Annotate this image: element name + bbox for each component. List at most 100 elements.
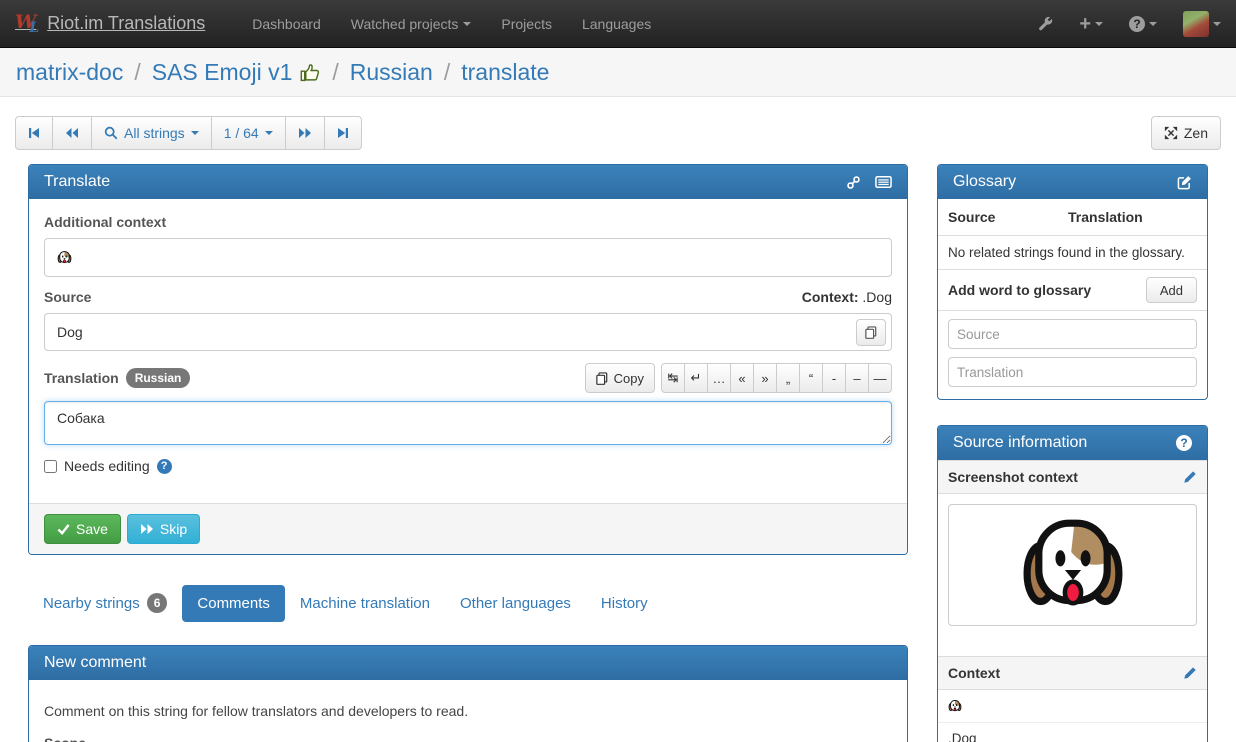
insert-char-button[interactable]: — — [868, 363, 892, 393]
dog-emoji — [948, 698, 962, 714]
new-comment-header: New comment — [29, 646, 907, 680]
clone-icon — [865, 326, 877, 339]
panel-title: Translate — [44, 173, 110, 191]
translation-label: Translation — [44, 370, 119, 386]
nav-dashboard[interactable]: Dashboard — [237, 16, 336, 32]
breadcrumb-project[interactable]: matrix-doc — [16, 59, 123, 86]
zen-mode-button[interactable]: Zen — [1151, 116, 1221, 150]
tab-comments[interactable]: Comments — [182, 585, 285, 622]
glossary-header: Glossary — [938, 165, 1207, 199]
add-word-button[interactable]: Add — [1146, 277, 1197, 303]
nav-projects[interactable]: Projects — [486, 16, 567, 32]
step-backward-icon — [28, 127, 40, 139]
source-string-box: Dog — [44, 313, 892, 351]
translate-panel-header: Translate — [29, 165, 907, 199]
breadcrumb-page[interactable]: translate — [461, 59, 549, 86]
pencil-icon[interactable] — [1183, 666, 1197, 680]
help-menu-icon[interactable]: ? — [1129, 16, 1157, 32]
panel-title: Glossary — [953, 173, 1016, 191]
source-string: Dog — [57, 324, 83, 340]
edit-icon[interactable] — [1177, 175, 1192, 190]
dog-emoji — [57, 249, 72, 266]
add-menu-icon[interactable]: + — [1079, 14, 1103, 34]
glossary-table-header: Source Translation — [938, 199, 1207, 236]
insert-char-button[interactable]: – — [845, 363, 869, 393]
comment-description: Comment on this string for fellow transl… — [44, 703, 892, 719]
wrench-icon[interactable] — [1038, 16, 1053, 31]
copy-source-button[interactable] — [856, 319, 886, 346]
forward-icon — [298, 127, 312, 139]
context-label-row: Context — [938, 656, 1207, 690]
last-string-button[interactable] — [324, 116, 362, 150]
previous-string-button[interactable] — [52, 116, 92, 150]
expand-arrows-icon — [1164, 126, 1178, 140]
panel-title: Source information — [953, 434, 1087, 452]
translate-panel-footer: Save Skip — [29, 503, 907, 554]
insert-char-button[interactable]: - — [822, 363, 846, 393]
breadcrumb-language[interactable]: Russian — [350, 59, 433, 86]
insert-char-button[interactable]: « — [730, 363, 754, 393]
top-navbar: WL Riot.im Translations Dashboard Watche… — [0, 0, 1236, 48]
thumbs-up-icon — [300, 62, 321, 83]
screenshot-wrap — [938, 494, 1207, 656]
scope-label: Scope — [44, 735, 892, 742]
needs-editing-row: Needs editing ? — [44, 458, 892, 474]
search-filter-button[interactable]: All strings — [91, 116, 212, 150]
tab-other-languages[interactable]: Other languages — [445, 585, 586, 622]
question-circle-icon[interactable]: ? — [157, 459, 172, 474]
pencil-icon[interactable] — [1183, 470, 1197, 484]
caret-down-icon — [1149, 22, 1157, 26]
screenshot-image[interactable] — [948, 504, 1197, 626]
user-avatar-menu[interactable] — [1183, 11, 1221, 37]
caret-down-icon — [191, 131, 199, 135]
insert-char-button[interactable]: » — [753, 363, 777, 393]
nav-languages[interactable]: Languages — [567, 16, 666, 32]
translate-panel: Translate Additional context — [28, 164, 908, 555]
caret-down-icon — [265, 131, 273, 135]
question-circle-icon[interactable]: ? — [1176, 435, 1192, 451]
new-comment-body: Comment on this string for fellow transl… — [29, 680, 907, 742]
save-button[interactable]: Save — [44, 514, 121, 544]
copy-to-translation-button[interactable]: Copy — [585, 363, 655, 393]
add-word-label: Add word to glossary — [948, 282, 1091, 298]
app-title: Riot.im Translations — [47, 13, 205, 34]
step-forward-icon — [337, 127, 349, 139]
app-brand[interactable]: WL Riot.im Translations — [15, 13, 205, 35]
needs-editing-label: Needs editing — [64, 458, 150, 474]
needs-editing-checkbox[interactable] — [44, 460, 57, 473]
first-string-button[interactable] — [15, 116, 53, 150]
breadcrumb-component[interactable]: SAS Emoji v1 — [152, 59, 293, 86]
insert-char-button[interactable]: … — [707, 363, 731, 393]
avatar — [1183, 11, 1209, 37]
weblate-logo-icon: WL — [15, 13, 39, 35]
keyboard-icon[interactable] — [875, 175, 892, 189]
insert-char-button[interactable]: ↹ — [661, 363, 685, 393]
glossary-col-translation: Translation — [1068, 209, 1143, 225]
glossary-panel: Glossary Source Translation No related s… — [937, 164, 1208, 400]
tab-history[interactable]: History — [586, 585, 663, 622]
tab-machine-translation[interactable]: Machine translation — [285, 585, 445, 622]
context-key-row: .Dog — [938, 723, 1207, 742]
skip-button[interactable]: Skip — [127, 514, 200, 544]
clone-icon — [596, 372, 608, 385]
panel-title: New comment — [44, 654, 146, 672]
insert-char-button[interactable]: „ — [776, 363, 800, 393]
glossary-translation-input[interactable] — [948, 357, 1197, 387]
screenshot-context-row: Screenshot context — [938, 460, 1207, 494]
translation-input[interactable]: Собака — [44, 401, 892, 445]
check-icon — [57, 523, 70, 535]
nav-watched-projects[interactable]: Watched projects — [336, 16, 487, 32]
position-selector-button[interactable]: 1 / 64 — [211, 116, 286, 150]
glossary-source-input[interactable] — [948, 319, 1197, 349]
insert-char-button[interactable]: ↵ — [684, 363, 708, 393]
glossary-col-source: Source — [948, 209, 1068, 225]
tab-nearby-strings[interactable]: Nearby strings 6 — [28, 583, 182, 623]
insert-char-button[interactable]: “ — [799, 363, 823, 393]
dog-emoji — [1019, 516, 1127, 615]
next-string-button[interactable] — [285, 116, 325, 150]
caret-down-icon — [1095, 22, 1103, 26]
source-info-header: Source information ? — [938, 426, 1207, 460]
link-icon[interactable] — [846, 175, 861, 190]
plus-icon: + — [1079, 14, 1091, 34]
additional-context-box — [44, 238, 892, 277]
